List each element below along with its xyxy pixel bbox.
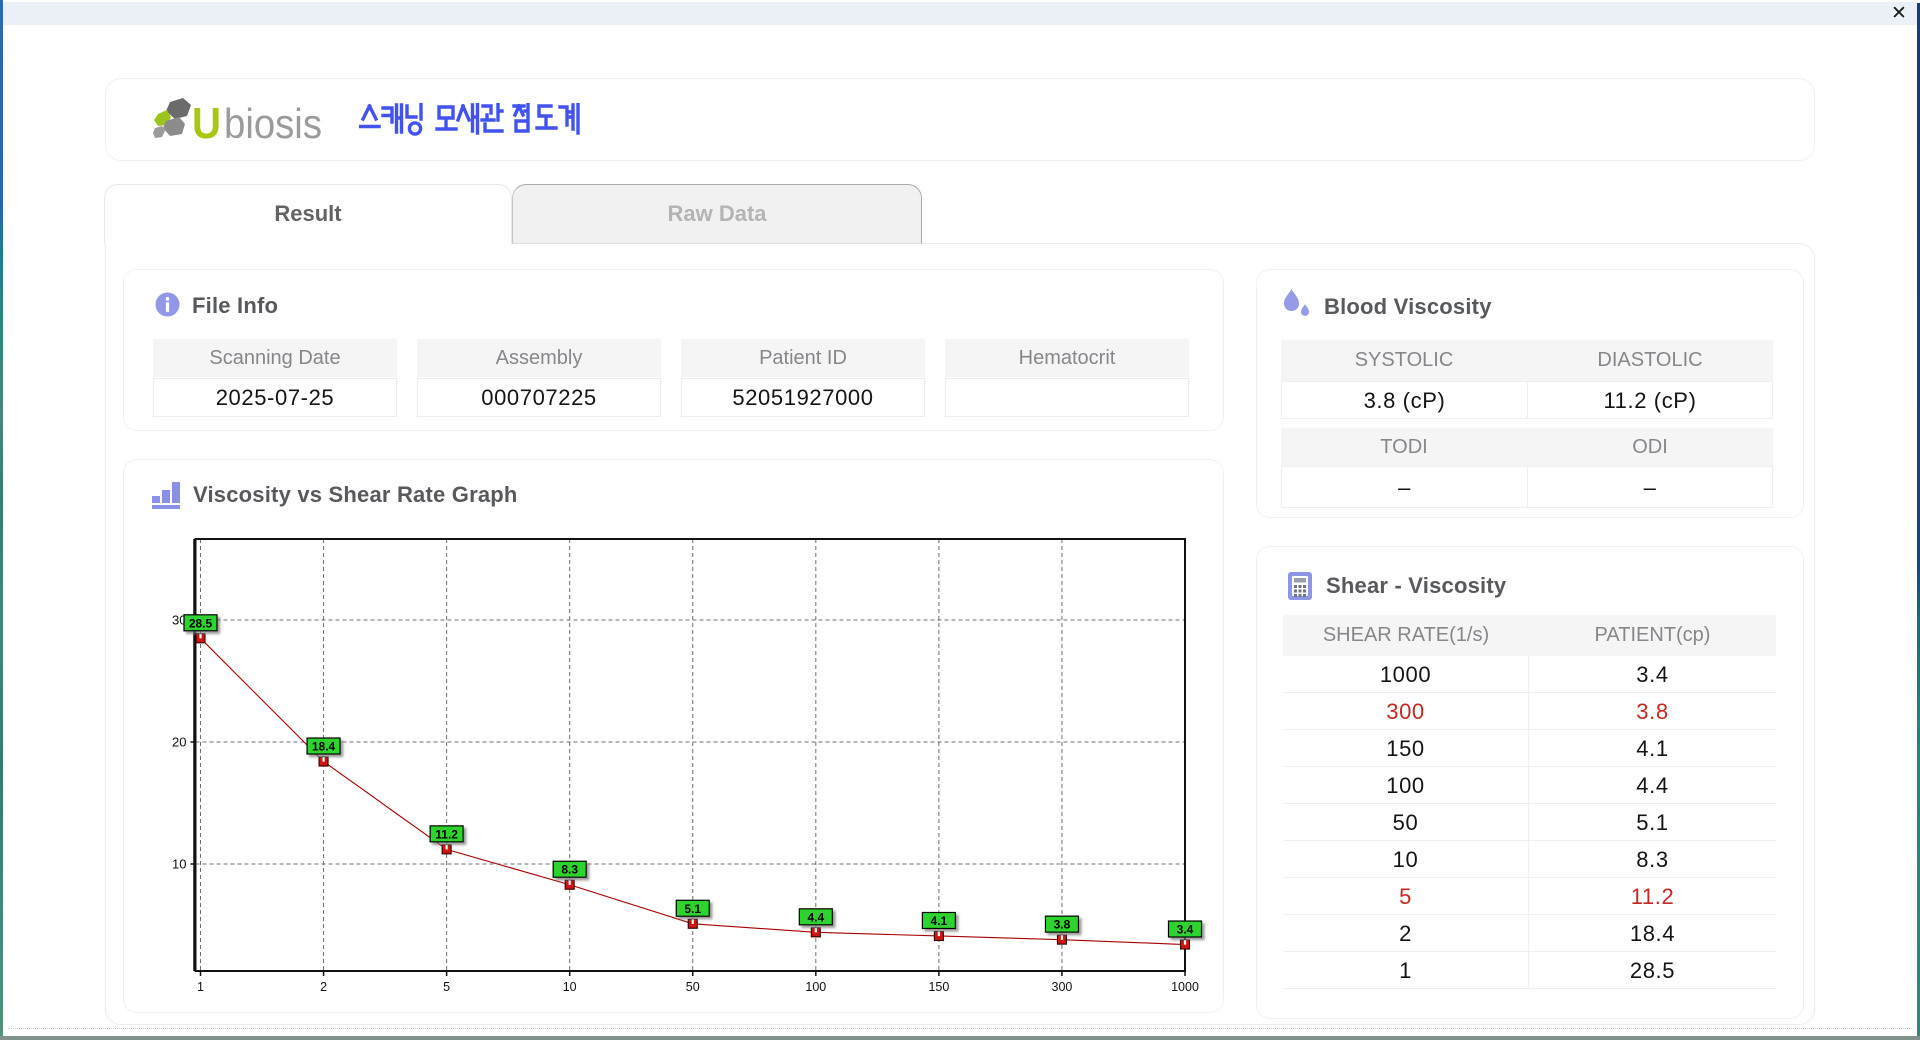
svg-text:8.3: 8.3 <box>561 863 578 877</box>
svg-text:5.1: 5.1 <box>684 902 701 916</box>
svg-text:18.4: 18.4 <box>312 740 336 754</box>
svg-text:3.4: 3.4 <box>1177 923 1194 937</box>
svg-text:20: 20 <box>172 735 186 750</box>
svg-text:150: 150 <box>928 980 949 994</box>
svg-text:100: 100 <box>805 980 826 994</box>
svg-text:11.2: 11.2 <box>435 827 458 841</box>
svg-text:4.4: 4.4 <box>807 910 824 924</box>
svg-text:U: U <box>192 99 221 145</box>
svg-text:10: 10 <box>172 857 186 872</box>
svg-text:300: 300 <box>1052 980 1073 994</box>
svg-text:2: 2 <box>320 980 327 994</box>
svg-text:biosis: biosis <box>224 100 322 145</box>
svg-text:4.1: 4.1 <box>931 914 948 928</box>
svg-text:50: 50 <box>686 980 700 994</box>
svg-text:5: 5 <box>443 980 450 994</box>
svg-text:3.8: 3.8 <box>1054 918 1071 932</box>
svg-text:1000: 1000 <box>1171 980 1199 994</box>
svg-text:10: 10 <box>563 980 577 994</box>
svg-text:1: 1 <box>197 980 204 994</box>
svg-text:28.5: 28.5 <box>189 616 213 630</box>
